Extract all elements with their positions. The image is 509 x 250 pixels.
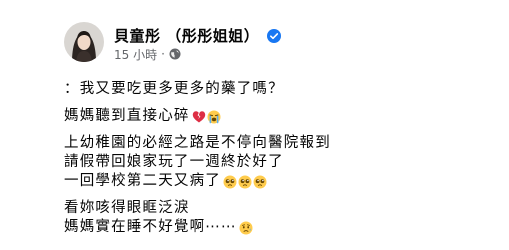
paragraph-3: 上幼稚園的必經之路是不停向醫院報到 請假帶回娘家玩了一週終於好了 一回學校第二天…	[64, 134, 484, 191]
paragraph-1: ：我又要吃更多更多的藥了嗎？	[64, 80, 484, 99]
post-text-line-with-emoji: 一回學校第二天又病了	[64, 172, 484, 191]
meta-separator: ·	[161, 47, 165, 61]
author-avatar[interactable]	[64, 22, 104, 62]
verified-badge-icon	[267, 28, 282, 43]
post-text-line: 看妳咳得眼眶泛淚	[64, 200, 190, 216]
post-text-line: 媽媽實在睡不好覺啊⋯⋯	[64, 219, 237, 235]
globe-icon[interactable]	[169, 48, 181, 60]
post-body: ：我又要吃更多更多的藥了嗎？ 媽媽聽到直接心碎 上幼稚園的必經之路是不停向醫院報…	[64, 80, 484, 245]
post-text-line: ：我又要吃更多更多的藥了嗎？	[64, 81, 284, 97]
post-text-line: 一回學校第二天又病了	[64, 173, 221, 189]
paragraph-2: 媽媽聽到直接心碎	[64, 107, 484, 126]
post-text-line: 上幼稚園的必經之路是不停向醫院報到	[64, 135, 331, 151]
broken-heart-emoji-icon	[192, 110, 206, 124]
pleading-face-emoji-icon	[223, 175, 237, 189]
pleading-face-emoji-icon	[238, 175, 252, 189]
post-timestamp[interactable]: 15 小時	[114, 46, 157, 63]
post-card: 貝童彤 （彤彤姐姐） 15 小時 · ：我又要吃更多更多的藥了嗎？ 媽媽聽到直接…	[0, 0, 509, 250]
pleading-face-emoji-icon	[253, 175, 267, 189]
author-name[interactable]: 貝童彤 （彤彤姐姐）	[114, 25, 259, 46]
post-meta: 15 小時 ·	[114, 46, 181, 62]
post-text-line-with-emoji: 媽媽聽到直接心碎	[64, 107, 484, 126]
author-header: 貝童彤 （彤彤姐姐）	[114, 24, 282, 46]
sad-relieved-face-emoji-icon	[239, 221, 253, 235]
paragraph-4: 看妳咳得眼眶泛淚 媽媽實在睡不好覺啊⋯⋯	[64, 199, 484, 237]
loudly-crying-emoji-icon	[207, 110, 221, 124]
post-text-line: 請假帶回娘家玩了一週終於好了	[64, 154, 284, 170]
post-text-line-with-emoji: 媽媽實在睡不好覺啊⋯⋯	[64, 218, 484, 237]
post-text-line: 媽媽聽到直接心碎	[64, 108, 190, 124]
